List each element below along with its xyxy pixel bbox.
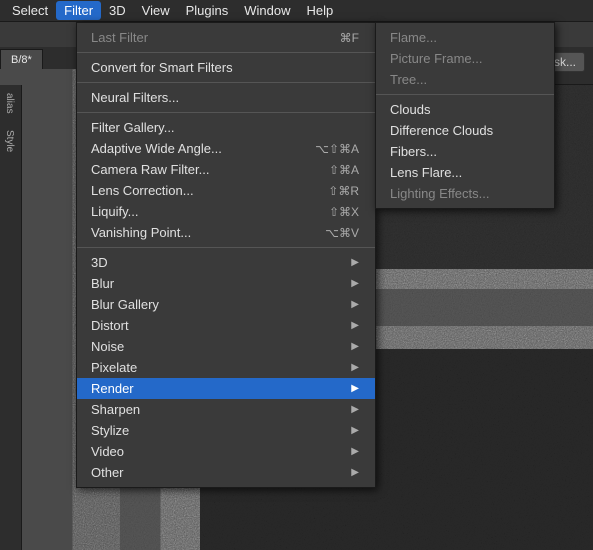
menubar-item-plugins[interactable]: Plugins <box>178 1 237 20</box>
menu-item-stylize[interactable]: Stylize ▶ <box>77 420 375 441</box>
stylize-label: Stylize <box>91 423 351 438</box>
menubar-item-filter[interactable]: Filter <box>56 1 101 20</box>
adaptive-wide-angle-shortcut: ⌥⇧⌘A <box>315 142 359 156</box>
blur-gallery-label: Blur Gallery <box>91 297 351 312</box>
menubar-item-help[interactable]: Help <box>299 1 342 20</box>
filter-gallery-label: Filter Gallery... <box>91 120 359 135</box>
tab-label: B/8* <box>11 54 32 66</box>
noise-arrow-icon: ▶ <box>351 341 359 352</box>
submenu-item-lighting-effects[interactable]: Lighting Effects... <box>376 183 554 204</box>
menu-item-noise[interactable]: Noise ▶ <box>77 336 375 357</box>
vanishing-point-label: Vanishing Point... <box>91 225 305 240</box>
render-separator <box>376 94 554 95</box>
submenu-item-lens-flare[interactable]: Lens Flare... <box>376 162 554 183</box>
render-label: Render <box>91 381 351 396</box>
stylize-arrow-icon: ▶ <box>351 425 359 436</box>
last-filter-shortcut: ⌘F <box>340 31 359 45</box>
menu-item-neural-filters[interactable]: Neural Filters... <box>77 87 375 108</box>
menubar-item-select[interactable]: Select <box>4 1 56 20</box>
sharpen-arrow-icon: ▶ <box>351 404 359 415</box>
menu-item-adaptive-wide-angle[interactable]: Adaptive Wide Angle... ⌥⇧⌘A <box>77 138 375 159</box>
menu-item-convert-smart-filters[interactable]: Convert for Smart Filters <box>77 57 375 78</box>
blur-label: Blur <box>91 276 351 291</box>
3d-arrow-icon: ▶ <box>351 257 359 268</box>
3d-label: 3D <box>91 255 351 270</box>
distort-label: Distort <box>91 318 351 333</box>
flame-label: Flame... <box>390 30 538 45</box>
camera-raw-filter-shortcut: ⇧⌘A <box>329 163 359 177</box>
menu-item-camera-raw-filter[interactable]: Camera Raw Filter... ⇧⌘A <box>77 159 375 180</box>
last-filter-label: Last Filter <box>91 30 320 45</box>
video-arrow-icon: ▶ <box>351 446 359 457</box>
menubar-item-window[interactable]: Window <box>236 1 298 20</box>
convert-smart-filters-label: Convert for Smart Filters <box>91 60 359 75</box>
render-submenu: Flame... Picture Frame... Tree... Clouds… <box>375 22 555 209</box>
separator-1 <box>77 52 375 53</box>
menu-item-last-filter[interactable]: Last Filter ⌘F <box>77 27 375 48</box>
adaptive-wide-angle-label: Adaptive Wide Angle... <box>91 141 295 156</box>
menu-item-render[interactable]: Render ▶ <box>77 378 375 399</box>
render-arrow-icon: ▶ <box>351 383 359 394</box>
tab-document[interactable]: B/8* <box>0 49 43 69</box>
menu-item-filter-gallery[interactable]: Filter Gallery... <box>77 117 375 138</box>
menu-item-blur-gallery[interactable]: Blur Gallery ▶ <box>77 294 375 315</box>
menubar-item-view[interactable]: View <box>134 1 178 20</box>
lighting-effects-label: Lighting Effects... <box>390 186 538 201</box>
other-arrow-icon: ▶ <box>351 467 359 478</box>
clouds-label: Clouds <box>390 102 538 117</box>
pixelate-label: Pixelate <box>91 360 351 375</box>
menubar-item-3d[interactable]: 3D <box>101 1 134 20</box>
noise-label: Noise <box>91 339 351 354</box>
lens-correction-shortcut: ⇧⌘R <box>328 184 359 198</box>
menubar: Select Filter 3D View Plugins Window Hel… <box>0 0 593 22</box>
menu-item-liquify[interactable]: Liquify... ⇧⌘X <box>77 201 375 222</box>
neural-filters-label: Neural Filters... <box>91 90 359 105</box>
lens-correction-label: Lens Correction... <box>91 183 308 198</box>
panel-style-label: Style <box>0 122 19 160</box>
menu-item-3d[interactable]: 3D ▶ <box>77 252 375 273</box>
separator-4 <box>77 247 375 248</box>
fibers-label: Fibers... <box>390 144 538 159</box>
pixelate-arrow-icon: ▶ <box>351 362 359 373</box>
sharpen-label: Sharpen <box>91 402 351 417</box>
menu-item-pixelate[interactable]: Pixelate ▶ <box>77 357 375 378</box>
menu-item-lens-correction[interactable]: Lens Correction... ⇧⌘R <box>77 180 375 201</box>
liquify-label: Liquify... <box>91 204 309 219</box>
menu-item-video[interactable]: Video ▶ <box>77 441 375 462</box>
vanishing-point-shortcut: ⌥⌘V <box>325 226 359 240</box>
sidebar-panels: alias Style <box>0 85 22 550</box>
menu-item-other[interactable]: Other ▶ <box>77 462 375 483</box>
video-label: Video <box>91 444 351 459</box>
panel-alias-label: alias <box>0 85 19 122</box>
camera-raw-filter-label: Camera Raw Filter... <box>91 162 309 177</box>
difference-clouds-label: Difference Clouds <box>390 123 538 138</box>
submenu-item-tree[interactable]: Tree... <box>376 69 554 90</box>
tree-label: Tree... <box>390 72 538 87</box>
submenu-item-fibers[interactable]: Fibers... <box>376 141 554 162</box>
separator-2 <box>77 82 375 83</box>
menu-item-vanishing-point[interactable]: Vanishing Point... ⌥⌘V <box>77 222 375 243</box>
submenu-item-clouds[interactable]: Clouds <box>376 99 554 120</box>
submenu-item-picture-frame[interactable]: Picture Frame... <box>376 48 554 69</box>
separator-3 <box>77 112 375 113</box>
distort-arrow-icon: ▶ <box>351 320 359 331</box>
liquify-shortcut: ⇧⌘X <box>329 205 359 219</box>
lens-flare-label: Lens Flare... <box>390 165 538 180</box>
menu-item-distort[interactable]: Distort ▶ <box>77 315 375 336</box>
menu-item-blur[interactable]: Blur ▶ <box>77 273 375 294</box>
picture-frame-label: Picture Frame... <box>390 51 538 66</box>
filter-dropdown-menu: Last Filter ⌘F Convert for Smart Filters… <box>76 22 376 488</box>
menu-item-sharpen[interactable]: Sharpen ▶ <box>77 399 375 420</box>
other-label: Other <box>91 465 351 480</box>
blur-arrow-icon: ▶ <box>351 278 359 289</box>
blur-gallery-arrow-icon: ▶ <box>351 299 359 310</box>
submenu-item-flame[interactable]: Flame... <box>376 27 554 48</box>
submenu-item-difference-clouds[interactable]: Difference Clouds <box>376 120 554 141</box>
